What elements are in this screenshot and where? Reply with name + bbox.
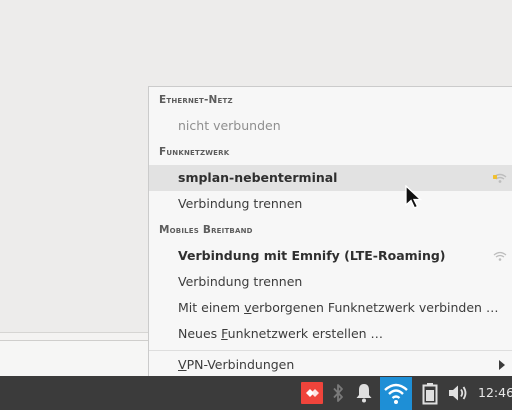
- section-header-mobile: Mobiles Breitband: [159, 224, 253, 236]
- wifi-disconnect-item[interactable]: Verbindung trennen: [149, 191, 512, 217]
- mobile-disconnect-item[interactable]: Verbindung trennen: [149, 269, 512, 295]
- battery-icon[interactable]: [418, 381, 442, 405]
- volume-icon[interactable]: [446, 381, 470, 405]
- wifi-icon[interactable]: [380, 377, 412, 410]
- menu-separator: [149, 350, 512, 351]
- wifi-network-label: smplan-nebenterminal: [178, 170, 338, 185]
- background-window-panel: [0, 340, 150, 376]
- background-window-strip: [0, 332, 150, 340]
- wifi-network-item[interactable]: smplan-nebenterminal: [149, 165, 512, 191]
- connect-hidden-network-item[interactable]: Mit einem verborgenen Funknetzwerk verbi…: [149, 295, 512, 321]
- vpn-connections-submenu[interactable]: VPN-Verbindungen: [149, 352, 512, 378]
- wifi-secured-signal-icon: [493, 173, 507, 183]
- section-header-ethernet: Ethernet-Netz: [159, 94, 233, 106]
- notification-bell-icon[interactable]: [352, 381, 376, 405]
- clock[interactable]: 12:46: [478, 376, 512, 410]
- section-header-wifi: Funknetzwerk: [159, 146, 230, 158]
- mobile-signal-icon: [493, 251, 507, 261]
- mouse-pointer-icon: [405, 185, 423, 209]
- bluetooth-icon[interactable]: [326, 381, 350, 405]
- taskbar: 12:46: [0, 376, 512, 410]
- anydesk-icon[interactable]: [300, 381, 324, 405]
- create-new-network-item[interactable]: Neues Funknetzwerk erstellen …: [149, 321, 512, 347]
- mobile-network-label: Verbindung mit Emnify (LTE-Roaming): [178, 248, 446, 263]
- network-menu: Ethernet-Netz nicht verbunden Funknetzwe…: [148, 86, 512, 376]
- submenu-arrow-icon: [499, 360, 505, 370]
- ethernet-status: nicht verbunden: [178, 118, 281, 133]
- mobile-network-item[interactable]: Verbindung mit Emnify (LTE-Roaming): [149, 243, 512, 269]
